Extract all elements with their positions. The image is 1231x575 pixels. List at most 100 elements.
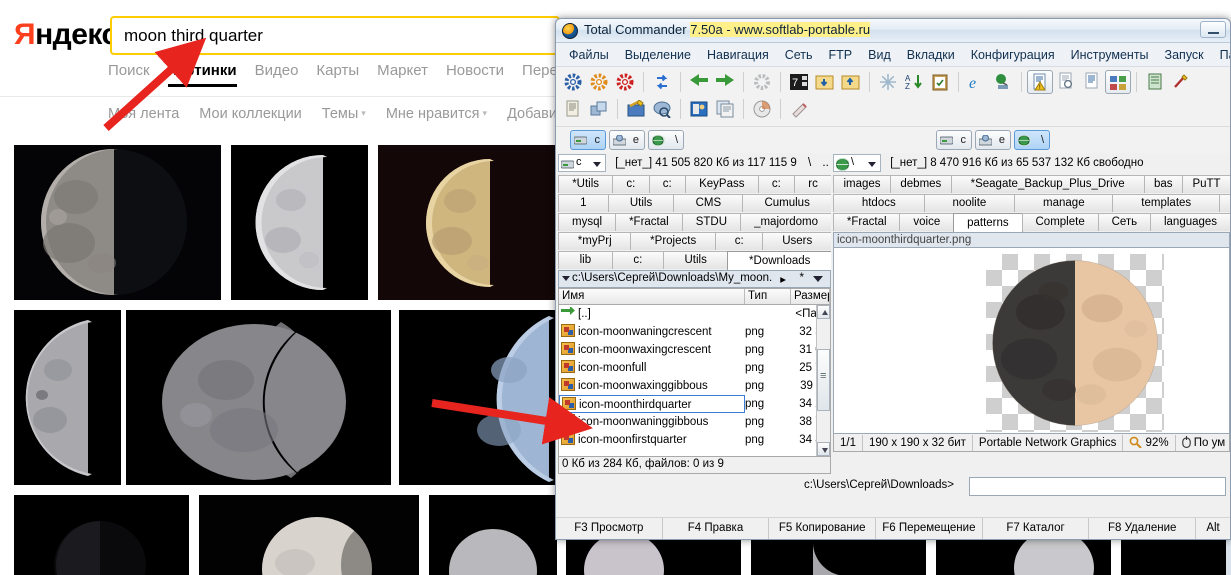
history-dropdown-icon[interactable]	[813, 276, 823, 282]
zip7-icon[interactable]: 7	[786, 70, 812, 94]
table-row[interactable]: icon-moonwaninggibbous png 38 73	[559, 413, 830, 431]
left-tab-active-downloads[interactable]: *Downloads	[727, 251, 831, 270]
right-tab[interactable]: manage	[1014, 194, 1113, 212]
right-drive-combo[interactable]: \	[833, 154, 881, 172]
left-updir-parent[interactable]: ..	[822, 153, 828, 173]
menu-item-files[interactable]: Файлы	[561, 43, 617, 67]
left-path-star[interactable]: *	[800, 272, 804, 284]
image-result-tile[interactable]	[14, 310, 121, 485]
refresh-icon[interactable]	[649, 70, 675, 94]
fkey-f5-copy[interactable]: F5 Копирование	[769, 518, 876, 539]
right-file-panel[interactable]: \ [_нет_] 8 470 916 Кб из 65 537 132 Кб …	[833, 153, 1230, 475]
nav-item-karty[interactable]: Карты	[316, 62, 359, 85]
drive-button-e-right[interactable]: e	[975, 130, 1011, 150]
drive-button-network-right[interactable]: \	[1014, 130, 1050, 150]
back-arrow-icon[interactable]	[686, 70, 712, 94]
drive-button-c-right[interactable]: c	[936, 130, 972, 150]
image-result-tile[interactable]	[199, 495, 419, 575]
table-row[interactable]: [..] <Папк	[559, 305, 830, 323]
subnav-my-feed[interactable]: Моя лента	[108, 106, 179, 122]
fkey-alt[interactable]: Alt	[1196, 518, 1230, 539]
scroll-down-button[interactable]	[817, 442, 830, 456]
file-name-cell[interactable]: icon-moonwaninggibbous	[559, 413, 745, 431]
menu-item-view[interactable]: Вид	[860, 43, 899, 67]
column-header-type[interactable]: Тип	[745, 289, 791, 304]
image-result-tile[interactable]	[429, 495, 557, 575]
left-tab[interactable]: CMS	[673, 194, 743, 212]
internet-explorer-icon[interactable]: e	[964, 70, 990, 94]
nav-item-poisk[interactable]: Поиск	[108, 62, 150, 85]
fkey-f8-delete[interactable]: F8 Удаление	[1089, 518, 1196, 539]
right-tab[interactable]: PuTT	[1182, 175, 1230, 193]
eraser-icon[interactable]	[786, 97, 812, 121]
notepad-icon[interactable]	[1142, 70, 1168, 94]
gray-gear-icon[interactable]	[749, 70, 775, 94]
preview-zoom[interactable]: 92%	[1123, 435, 1175, 451]
tools-icon[interactable]	[1168, 70, 1194, 94]
fkey-f3-view[interactable]: F3 Просмотр	[556, 518, 663, 539]
left-tab[interactable]: c:	[612, 175, 649, 193]
right-tab[interactable]: htdocs	[833, 194, 925, 212]
fkey-f4-edit[interactable]: F4 Правка	[663, 518, 770, 539]
image-result-tile[interactable]	[14, 145, 221, 300]
left-tab[interactable]: *Projects	[630, 232, 716, 250]
subnav-i-like[interactable]: Мне нравится▾	[386, 106, 487, 122]
right-tab[interactable]: *Fractal	[833, 213, 900, 231]
left-drive-combo[interactable]: c	[558, 154, 606, 172]
image-result-tile[interactable]	[14, 495, 189, 575]
right-tab-empty[interactable]	[1219, 194, 1230, 212]
menu-item-network[interactable]: Сеть	[777, 43, 821, 67]
path-expand-arrow[interactable]: ▸	[780, 272, 786, 286]
left-tab[interactable]: c:	[758, 175, 795, 193]
right-tab[interactable]: Complete	[1022, 213, 1099, 231]
clipboard-icon[interactable]	[927, 70, 953, 94]
cd-burn-icon[interactable]	[749, 97, 775, 121]
file-name-cell[interactable]: icon-moonfirstquarter	[559, 431, 745, 449]
snowflake-icon[interactable]	[875, 70, 901, 94]
left-tab[interactable]: Users	[762, 232, 831, 250]
table-row-selected[interactable]: icon-moonthirdquarter png 34 20	[559, 395, 830, 413]
fkey-f6-move[interactable]: F6 Перемещение	[876, 518, 983, 539]
forward-arrow-icon[interactable]	[712, 70, 738, 94]
drive-button-c-left[interactable]: c	[570, 130, 606, 150]
left-file-list[interactable]: [..] <Папк icon-moonwaningcrescent png 3…	[558, 305, 831, 457]
minimize-button[interactable]	[1200, 21, 1226, 38]
search-input[interactable]: moon third quarter	[124, 18, 263, 53]
list-icon[interactable]	[560, 97, 586, 121]
file-name-cell[interactable]: icon-moonwaxingcrescent	[559, 341, 745, 359]
left-tab[interactable]: STDU	[682, 213, 741, 231]
menu-item-configuration[interactable]: Конфигурация	[963, 43, 1063, 67]
menu-item-tools[interactable]: Инструменты	[1063, 43, 1157, 67]
thumbnails-icon[interactable]	[1105, 70, 1131, 94]
pack-up-icon[interactable]	[838, 70, 864, 94]
nav-item-novosti[interactable]: Новости	[446, 62, 504, 85]
left-file-panel[interactable]: c [_нет_] 41 505 820 Кб из 117 115 9 \ .…	[558, 153, 831, 475]
table-row[interactable]: icon-moonwaningcrescent png 32 34	[559, 323, 830, 341]
left-tab[interactable]: mysql	[558, 213, 616, 231]
subnav-my-collections[interactable]: Мои коллекции	[199, 106, 302, 122]
left-tab[interactable]: _majordomo	[740, 213, 831, 231]
toolbar[interactable]: 7 AZ e!	[556, 67, 1230, 127]
right-tab[interactable]: images	[833, 175, 891, 193]
left-tab[interactable]: KeyPass	[685, 175, 759, 193]
right-tab[interactable]: Сеть	[1098, 213, 1151, 231]
preview-mouse-mode[interactable]: По ум	[1176, 435, 1230, 451]
left-tab[interactable]: *Fractal	[615, 213, 683, 231]
left-tab[interactable]: 1	[558, 194, 609, 212]
left-tab[interactable]: Cumulus	[742, 194, 831, 212]
image-preview-area[interactable]	[833, 248, 1230, 434]
left-column-headers[interactable]: Имя Тип Размер	[558, 288, 831, 305]
menu-item-selection[interactable]: Выделение	[617, 43, 699, 67]
left-tab[interactable]: *myPrj	[558, 232, 631, 250]
yandex-logo[interactable]: Яндекс	[14, 20, 118, 50]
right-tab[interactable]: templates	[1112, 194, 1220, 212]
file-warning-icon[interactable]: !	[1027, 70, 1053, 94]
window-titlebar[interactable]: Total Commander 7.50a - www.softlab-port…	[556, 19, 1230, 43]
right-tab[interactable]: bas	[1144, 175, 1183, 193]
command-line-input[interactable]	[969, 477, 1226, 496]
tools-box-icon[interactable]	[623, 97, 649, 121]
file-name-cell[interactable]: icon-moonfull	[559, 359, 745, 377]
sort-az-icon[interactable]: AZ	[901, 70, 927, 94]
table-row[interactable]: icon-moonfull png 25 79	[559, 359, 830, 377]
left-tab[interactable]: Utils	[608, 194, 675, 212]
